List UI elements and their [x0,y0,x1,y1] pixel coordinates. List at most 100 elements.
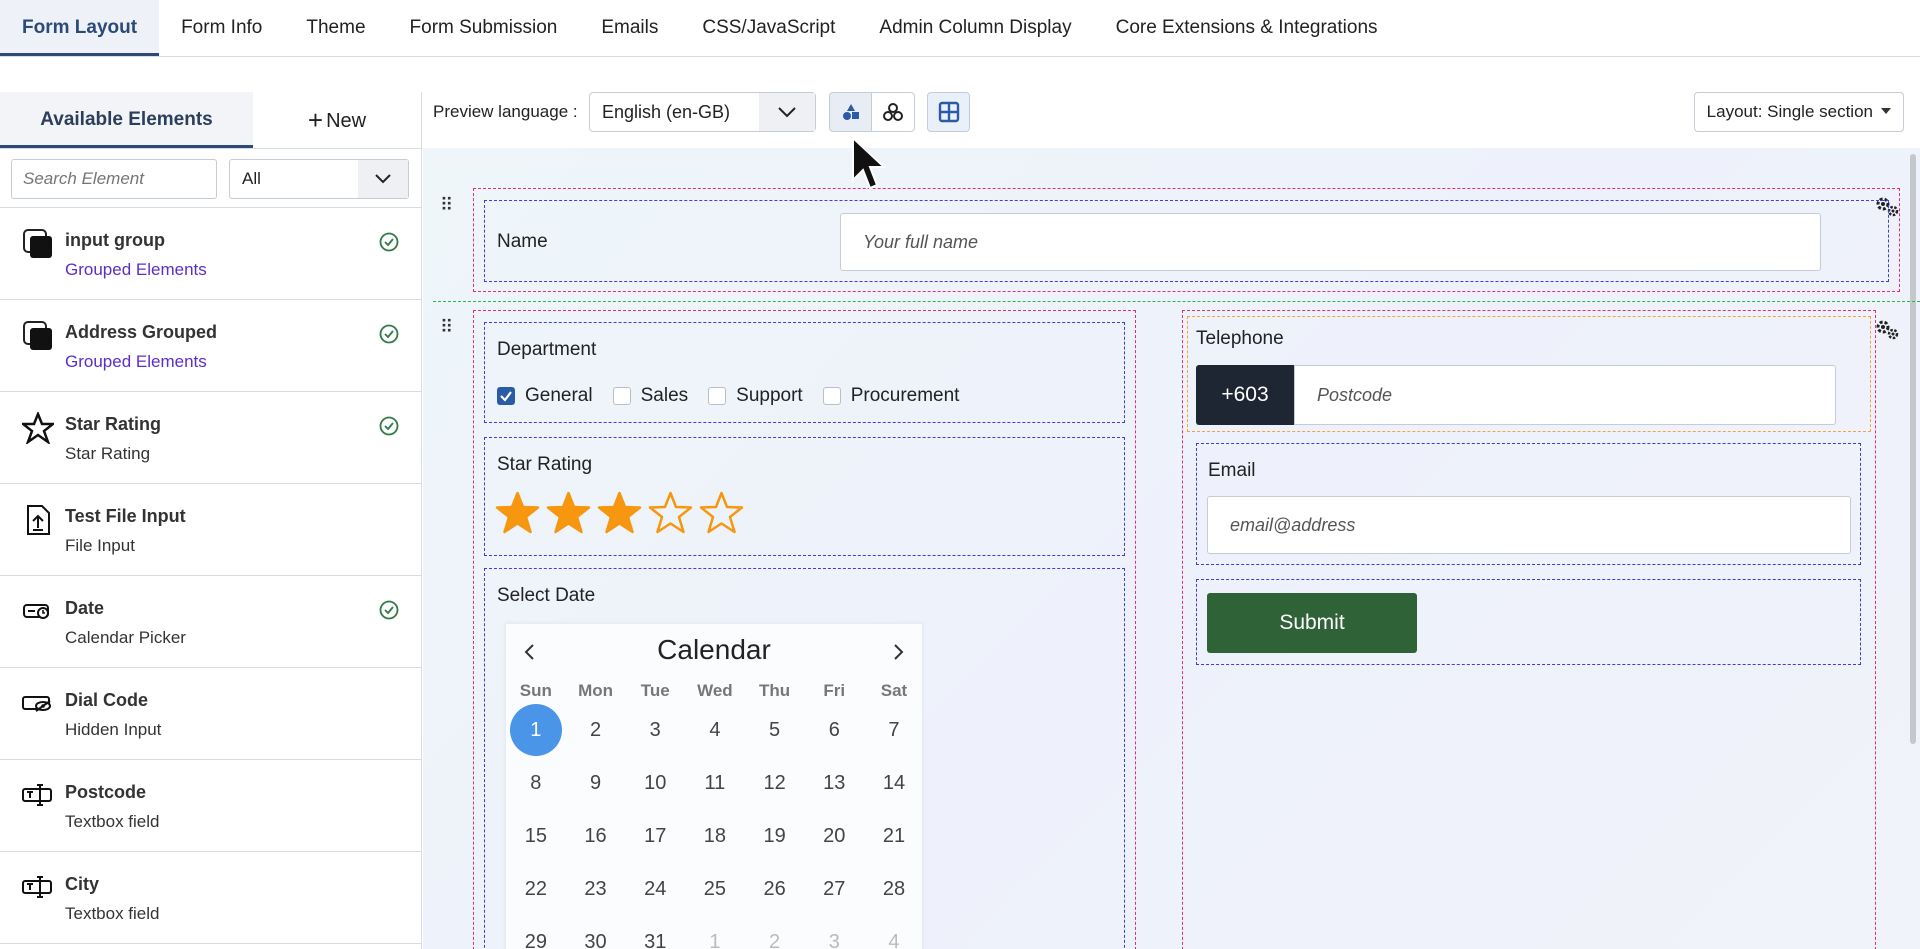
calendar-day[interactable]: 31 [625,916,685,949]
element-item-date[interactable]: Date Calendar Picker [0,576,421,668]
element-filter-select[interactable]: All [229,159,409,199]
row-drag-handle-icon[interactable]: ⠿ [440,318,454,336]
checkbox[interactable] [612,387,631,405]
checkbox-label: Sales [640,385,689,406]
star-filled-icon[interactable] [546,490,591,535]
calendar-day[interactable]: 29 [506,916,566,949]
calendar-day[interactable]: 23 [566,863,626,916]
tab-admin-column-display[interactable]: Admin Column Display [857,0,1093,56]
grid-view-button[interactable] [927,92,970,132]
calendar-day-number: 30 [584,931,607,949]
calendar-day-number: 3 [828,931,840,949]
calendar-day[interactable]: 19 [745,810,805,863]
calendar-day[interactable]: 10 [625,757,685,810]
chevron-down-icon [358,160,408,198]
calendar-day[interactable]: 4 [864,916,924,949]
name-input[interactable]: Your full name [840,213,1821,271]
tab-emails[interactable]: Emails [579,0,680,56]
calendar-day[interactable]: 15 [506,810,566,863]
star-empty-icon[interactable] [699,490,744,535]
element-item-dial-code[interactable]: Dial Code Hidden Input [0,668,421,760]
calendar-day[interactable]: 3 [625,704,685,757]
calendar-day[interactable]: 17 [625,810,685,863]
tab-form-info[interactable]: Form Info [159,0,284,56]
calendar-day[interactable]: 1 [506,704,566,757]
calendar-day[interactable]: 24 [625,863,685,916]
new-element-button[interactable]: + New [253,92,421,148]
calendar-day-number: 11 [704,772,726,794]
tab-form-layout[interactable]: Form Layout [0,0,160,56]
tab-theme[interactable]: Theme [284,0,387,56]
element-item-test-file-input[interactable]: Test File Input File Input [0,484,421,576]
search-element-input[interactable] [11,159,217,199]
calendar-day[interactable]: 4 [685,704,745,757]
checkbox[interactable] [497,387,515,405]
checkbox-label: Procurement [850,385,960,406]
checkbox[interactable] [822,387,841,405]
calendar-day[interactable]: 13 [804,757,864,810]
calendar-day[interactable]: 12 [745,757,805,810]
calendar-day[interactable]: 18 [685,810,745,863]
row-drag-handle-icon[interactable]: ⠿ [440,196,454,214]
checkmark-icon [500,391,512,402]
star-empty-icon[interactable] [648,490,693,535]
check-circle-icon [379,232,399,252]
single-shapes-button[interactable] [829,92,872,132]
element-item-city[interactable]: City Textbox field [0,852,421,944]
calendar-day[interactable]: 3 [804,916,864,949]
calendar-day[interactable]: 22 [506,863,566,916]
calendar-day-number: 18 [703,825,727,847]
calendar-day-number: 28 [882,878,906,900]
calendar-day[interactable]: 20 [804,810,864,863]
calendar-day[interactable]: 14 [864,757,924,810]
element-item-input-group[interactable]: input group Grouped Elements [0,208,421,300]
calendar-day-number: 8 [530,772,542,794]
check-circle-icon [379,600,399,620]
department-option-procurement[interactable]: Procurement [822,385,960,407]
star-filled-icon[interactable] [495,490,540,535]
multi-shapes-button[interactable] [872,92,915,132]
calendar-day[interactable]: 16 [566,810,626,863]
department-option-sales[interactable]: Sales [612,385,689,407]
checkbox[interactable] [708,387,727,405]
calendar-day-number: 14 [882,772,906,794]
calendar-day[interactable]: 8 [506,757,566,810]
department-option-general[interactable]: General [497,385,593,407]
canvas-scrollbar[interactable] [1910,154,1916,744]
tab-css-javascript[interactable]: CSS/JavaScript [680,0,857,56]
calendar-day-number: 4 [888,931,900,949]
calendar-day[interactable]: 27 [804,863,864,916]
calendar-day[interactable]: 2 [566,704,626,757]
calendar-day[interactable]: 2 [745,916,805,949]
element-item-address-grouped[interactable]: Address Grouped Grouped Elements [0,300,421,392]
calendar-day[interactable]: 30 [566,916,626,949]
preview-language-select[interactable]: English (en-GB) [589,92,816,132]
star-filled-icon[interactable] [597,490,642,535]
calendar-day[interactable]: 26 [745,863,805,916]
email-input[interactable]: email@address [1207,496,1851,554]
calendar-day[interactable]: 9 [566,757,626,810]
element-item-star-rating[interactable]: Star Rating Star Rating [0,392,421,484]
calendar-day[interactable]: 28 [864,863,924,916]
element-search-bar: All [0,149,421,208]
calendar-day[interactable]: 11 [685,757,745,810]
calendar-day[interactable]: 6 [804,704,864,757]
chevron-right-icon[interactable] [888,642,908,662]
postcode-input[interactable]: Postcode [1294,365,1836,425]
calendar-day[interactable]: 1 [685,916,745,949]
submit-button[interactable]: Submit [1207,593,1417,653]
weekday-header: Tue [640,681,670,700]
calendar-day[interactable]: 7 [864,704,924,757]
department-option-support[interactable]: Support [708,385,803,407]
tab-form-submission[interactable]: Form Submission [388,0,580,56]
tab-core-extensions-integrations[interactable]: Core Extensions & Integrations [1094,0,1400,56]
calendar-day[interactable]: 21 [864,810,924,863]
row-settings-gear-icon[interactable] [1874,318,1900,342]
language-value: English (en-GB) [602,101,731,122]
grouped-square-icon [22,228,54,260]
calendar-day[interactable]: 25 [685,863,745,916]
tab-available-elements[interactable]: Available Elements [0,92,253,148]
layout-dropdown-button[interactable]: Layout: Single section [1693,92,1904,132]
element-item-postcode[interactable]: Postcode Textbox field [0,760,421,852]
calendar-day[interactable]: 5 [745,704,805,757]
